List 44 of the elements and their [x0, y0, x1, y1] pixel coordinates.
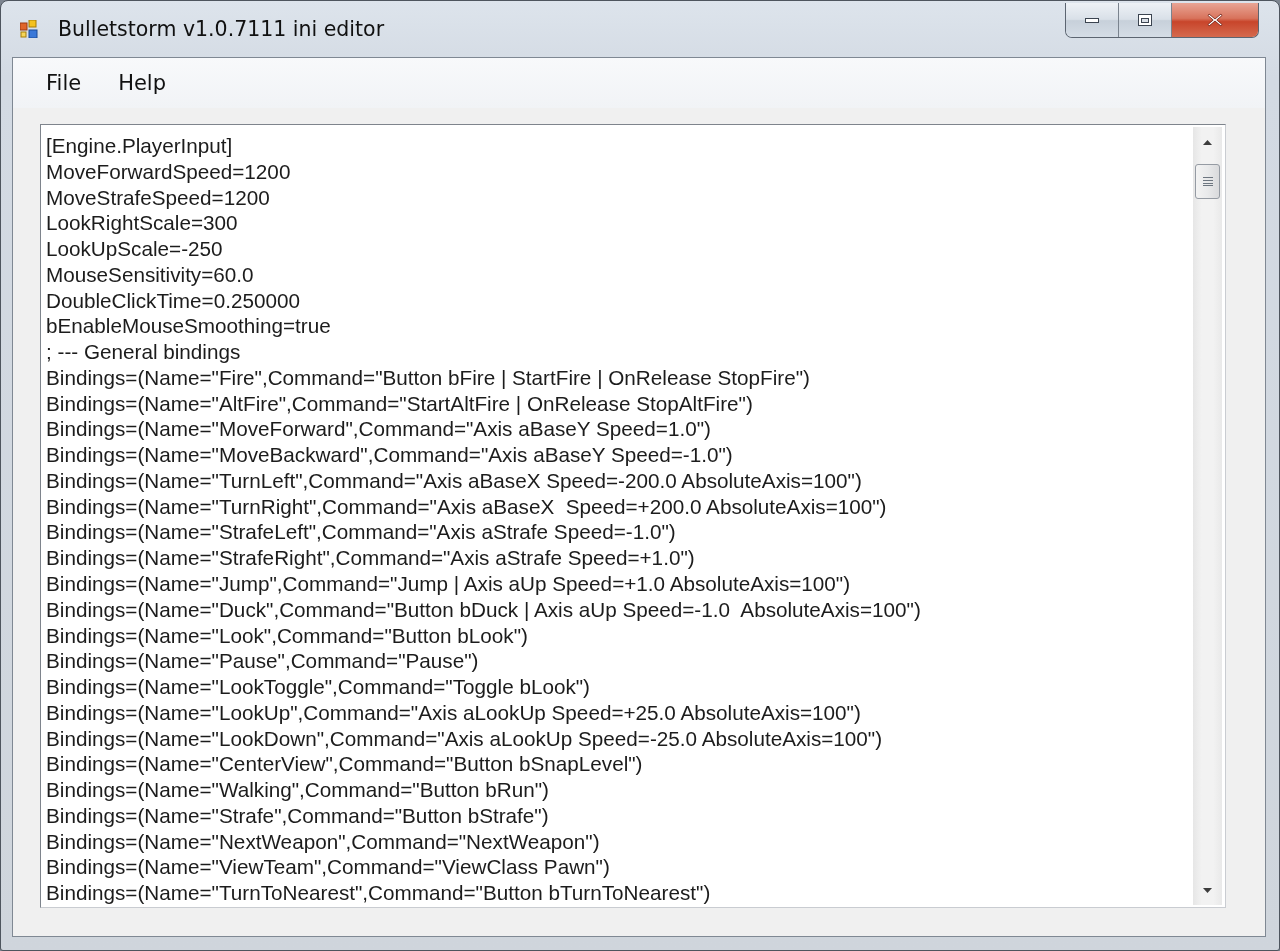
ini-line: Bindings=(Name="ViewTeam",Command="ViewClass Pawn") — [46, 854, 611, 881]
ini-line: MoveForwardSpeed=1200 — [46, 158, 292, 185]
ini-line: Bindings=(Name="NextWeapon",Command="NextWeapon") — [46, 828, 601, 855]
minimize-icon — [1085, 17, 1099, 23]
ini-line: Bindings=(Name="CenterView",Command="Button bSnapLevel") — [46, 751, 644, 778]
ini-line: Bindings=(Name="Look",Command="Button bLook") — [46, 622, 529, 649]
ini-line: Bindings=(Name="Fire",Command="Button bFire | StartFire | OnRelease StopFire") — [46, 364, 811, 391]
ini-line: Bindings=(Name="Jump",Command="Jump | Axis aUp Speed=+1.0 AbsoluteAxis=100") — [46, 571, 852, 597]
ini-line: Bindings=(Name="MoveForward",Command="Axis aBaseY Speed=1.0") — [46, 416, 712, 443]
menu-item[interactable]: File — [34, 67, 94, 99]
ini-line: Bindings=(Name="StrafeRight",Command="Axis aStrafe Speed=+1.0") — [46, 545, 696, 571]
ini-line: Bindings=(Name="AltFire",Command="StartAltFire | OnRelease StopAltFire") — [46, 390, 754, 417]
maximize-button[interactable] — [1119, 3, 1172, 37]
ini-line: bEnableMouseSmoothing=true — [46, 313, 332, 340]
text-editor-field[interactable] — [40, 124, 1226, 908]
ini-line: Bindings=(Name="StrafeLeft",Command="Axis aStrafe Speed=-1.0") — [46, 519, 677, 546]
scroll-thumb[interactable] — [1195, 164, 1220, 199]
window-title: Bulletstorm v1.0.7111 ini editor — [58, 17, 385, 41]
ini-line: MouseSensitivity=60.0 — [46, 261, 255, 288]
ini-line: Bindings=(Name="LookUp",Command="Axis aLookUp Speed=+25.0 AbsoluteAxis=100") — [46, 699, 862, 726]
ini-line: Bindings=(Name="TurnRight",Command="Axis aBaseX Speed=+200.0 AbsoluteAxis=100") — [46, 493, 888, 520]
ini-line: Bindings=(Name="MoveBackward",Command="Axis aBaseY Speed=-1.0") — [46, 442, 734, 468]
close-icon — [1207, 13, 1223, 27]
vertical-scrollbar[interactable] — [1193, 127, 1222, 905]
menu-item[interactable]: Help — [106, 67, 179, 99]
ini-line: LookUpScale=-250 — [46, 236, 224, 262]
ini-line: ; --- General bindings — [46, 339, 242, 365]
grip-lines-icon — [1202, 177, 1213, 186]
ini-line: Bindings=(Name="Pause",Command="Pause") — [46, 648, 480, 675]
ini-line: [Engine.PlayerInput] — [46, 133, 234, 159]
ini-line: Bindings=(Name="Strafe",Command="Button bStrafe") — [46, 802, 550, 829]
ini-line: Bindings=(Name="Walking",Command="Button bRun") — [46, 777, 550, 803]
ini-line: Bindings=(Name="TurnLeft",Command="Axis aBaseX Speed=-200.0 AbsoluteAxis=100") — [46, 467, 863, 494]
down-arrow-icon — [1203, 887, 1212, 893]
ini-line: Bindings=(Name="LookToggle",Command="Toggle bLook") — [46, 674, 591, 700]
ini-line: DoubleClickTime=0.250000 — [46, 287, 301, 314]
ini-line: LookRightScale=300 — [46, 210, 239, 237]
up-arrow-icon — [1203, 139, 1212, 145]
ini-line: Bindings=(Name="TurnToNearest",Command="Button bTurnToNearest") — [46, 880, 712, 906]
ini-line: Bindings=(Name="LookDown",Command="Axis aLookUp Speed=-25.0 AbsoluteAxis=100") — [46, 725, 884, 752]
maximize-icon — [1138, 14, 1152, 26]
ini-line: Bindings=(Name="Duck",Command="Button bDuck | Axis aUp Speed=-1.0 AbsoluteAxis=100") — [46, 596, 922, 623]
ini-line: MoveStrafeSpeed=1200 — [46, 184, 271, 211]
app-icon — [20, 20, 38, 38]
